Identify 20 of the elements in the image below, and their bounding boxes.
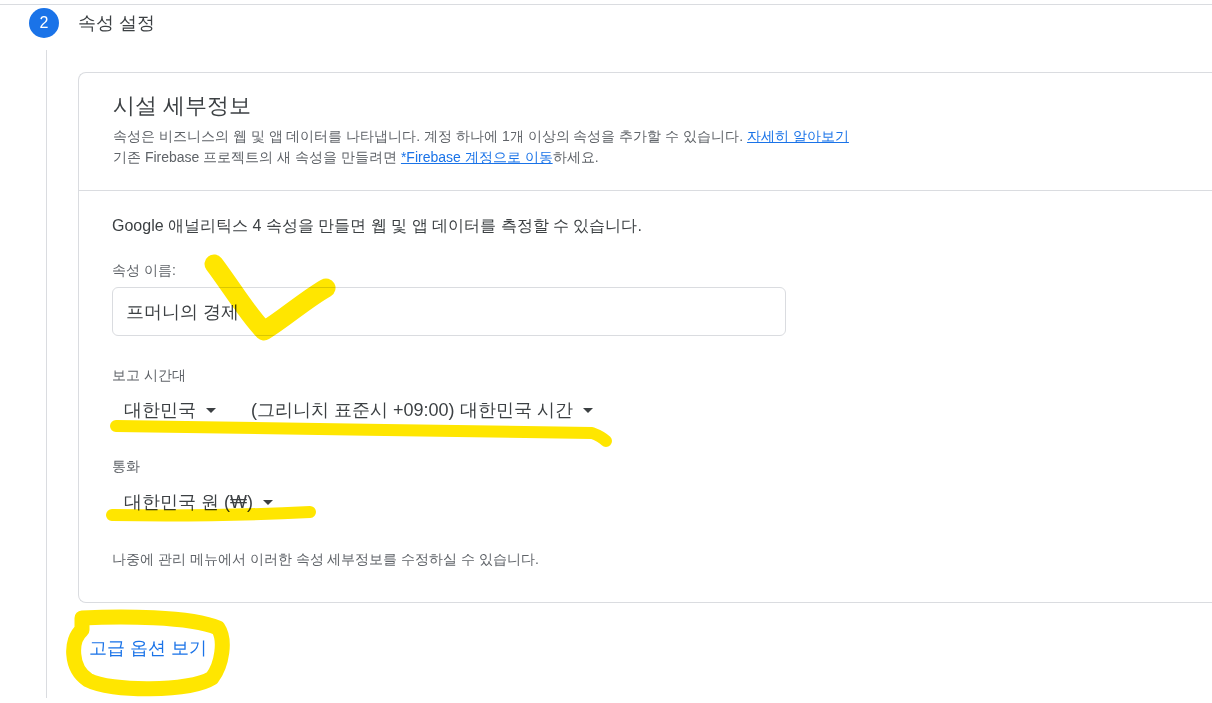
advanced-options-link[interactable]: 고급 옵션 보기 [89,630,207,666]
dropdown[interactable]: 대한민국 [112,392,218,428]
intro-text: Google 애널리틱스 4 속성을 만들면 웹 및 앱 데이터를 측정할 수 있습니다. [112,216,643,236]
field-label: 보고 시간대 [112,366,187,385]
caret-icon [582,407,593,413]
caret-icon [206,407,216,413]
field-label: 통화 [112,457,141,476]
note-text: 나중에 관리 메뉴에서 이러한 속성 세부정보를 수정하실 수 있습니다. [112,550,540,569]
card-title: 시설 세부정보 [113,92,253,120]
field-label: 속성 이름: [112,261,177,280]
dropdown[interactable]: (그리니치 표준시 +09:00) 대한민국 시간 [239,392,595,428]
step-title: 속성 설정 [78,12,155,35]
description-text: 속성은 비즈니스의 웹 및 앱 데이터를 나타냅니다. 계정 하나에 1개 이상의 속성을 추가할 수 있습니다. 자세히 알아보기 [113,127,850,146]
text-link[interactable]: 자세히 알아보기 [747,128,849,144]
caret-icon [263,499,273,505]
text-link[interactable]: *Firebase 계정으로 이동 [400,149,553,165]
description-text: 기존 Firebase 프로젝트의 새 속성을 만들려면 *Firebase 계정으로 이동하세요. [113,148,600,167]
property-name-field[interactable]: 프머니의 경제 [112,287,786,336]
step-number: 2 [29,8,59,38]
dropdown[interactable]: 대한민국 원 (₩) [112,484,275,520]
